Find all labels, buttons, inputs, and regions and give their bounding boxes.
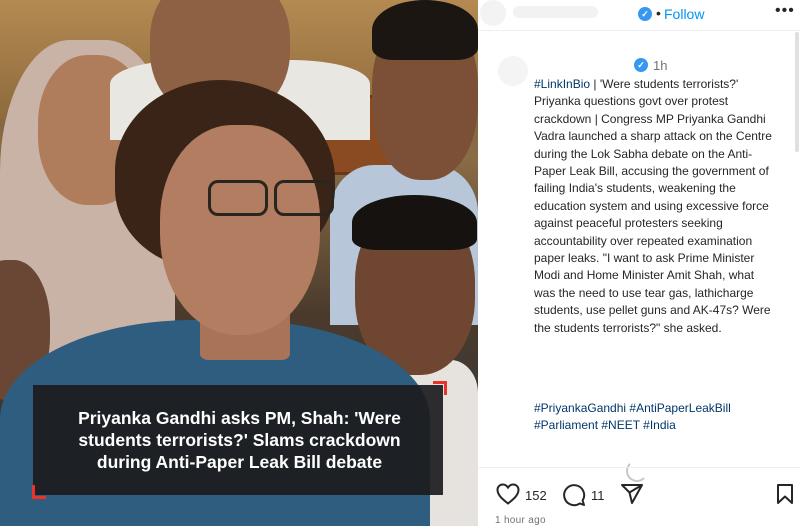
scrollbar[interactable] [795, 32, 799, 152]
follow-button[interactable]: Follow [664, 6, 704, 22]
caption-overlay: Priyanka Gandhi asks PM, Shah: 'Were stu… [32, 381, 447, 499]
author-username[interactable] [513, 6, 598, 18]
comment-icon[interactable] [562, 483, 586, 507]
comment-count[interactable]: 11 [591, 488, 605, 503]
verified-icon: ✓ [634, 58, 648, 72]
speaker-glasses [200, 180, 340, 220]
post-image[interactable]: Priyanka Gandhi asks PM, Shah: 'Were stu… [0, 0, 478, 526]
caption-corner-accent [433, 381, 447, 395]
hashtag-list[interactable]: #PriyankaGandhi #AntiPaperLeakBill #Parl… [534, 400, 779, 435]
heart-icon[interactable] [496, 483, 520, 505]
more-options-icon[interactable]: ••• [775, 2, 795, 20]
comment-timestamp[interactable]: 1h [653, 58, 667, 73]
caption-overlay-text: Priyanka Gandhi asks PM, Shah: 'Were stu… [78, 408, 401, 472]
divider [478, 467, 800, 468]
background-person-hair [372, 0, 478, 60]
like-count[interactable]: 152 [525, 488, 547, 503]
hashtag-link[interactable]: #LinkInBio [534, 77, 590, 91]
post-header: ✓ • Follow ••• [478, 0, 800, 30]
comment-author-avatar[interactable] [498, 56, 528, 86]
share-icon[interactable] [620, 483, 644, 505]
divider [478, 30, 800, 31]
speaker-face [160, 125, 320, 335]
post-details-panel: ✓ • Follow ••• ✓ 1h #LinkInBio | 'Were s… [478, 0, 800, 526]
bookmark-icon[interactable] [775, 483, 795, 505]
background-person-hair [352, 195, 477, 250]
loading-spinner-icon [626, 460, 648, 482]
caption-text: #LinkInBio | 'Were students terrorists?'… [534, 76, 776, 337]
post-timestamp[interactable]: 1 hour ago [495, 515, 546, 526]
author-avatar[interactable] [480, 0, 506, 26]
separator-dot: • [656, 5, 661, 21]
verified-icon: ✓ [638, 7, 652, 21]
caption-body: | 'Were students terrorists?' Priyanka q… [534, 77, 772, 335]
caption-corner-accent [32, 485, 46, 499]
action-bar: 152 11 [478, 480, 800, 510]
